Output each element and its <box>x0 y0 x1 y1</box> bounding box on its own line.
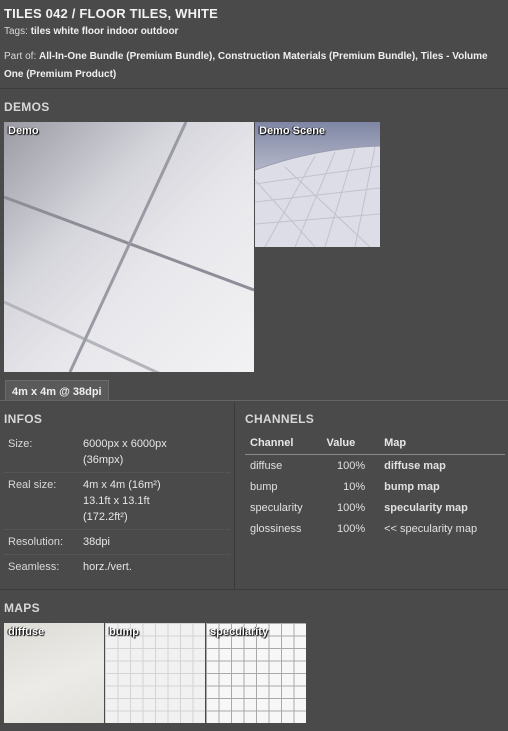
map-label: specularity <box>210 626 269 638</box>
page-title: TILES 042 / FLOOR TILES, WHITE <box>4 6 219 21</box>
column-header: Map <box>379 434 505 455</box>
map-bump[interactable]: bump <box>105 623 205 723</box>
info-value-line: (172.2ft²) <box>83 511 128 523</box>
channel-map-link[interactable]: specularity map <box>379 497 505 518</box>
info-row-size: Size: 6000px x 6000px (36mpx) <box>4 432 230 473</box>
tab-size[interactable]: 4m x 4m @ 38dpi <box>5 380 109 401</box>
channels-heading: CHANNELS <box>245 412 315 426</box>
channel-name: bump <box>250 481 278 493</box>
column-divider <box>234 402 235 589</box>
channel-value: 10% <box>343 481 366 493</box>
table-row: bump 10% bump map <box>245 476 505 497</box>
map-specularity[interactable]: specularity <box>206 623 306 723</box>
info-value-line: 13.1ft x 13.1ft <box>83 495 150 507</box>
channel-map-reference: << specularity map <box>384 523 478 535</box>
info-value: 38dpi <box>83 536 110 548</box>
partof-prefix: Part of: <box>4 51 37 62</box>
info-key: Resolution: <box>8 536 64 548</box>
tags-prefix: Tags: <box>4 26 28 37</box>
part-of-line: Part of: All-In-One Bundle (Premium Bund… <box>4 48 500 84</box>
tags-line: Tags: tiles white floor indoor outdoor <box>4 26 178 37</box>
info-row-resolution: Resolution: 38dpi <box>4 530 230 555</box>
info-key: Seamless: <box>8 561 60 573</box>
channel-value: 100% <box>336 523 366 535</box>
tile-image <box>4 122 254 372</box>
maps-heading: MAPS <box>4 601 40 615</box>
demo-label: Demo <box>8 125 39 137</box>
map-diffuse[interactable]: diffuse <box>4 623 104 723</box>
scene-image <box>255 122 380 247</box>
demo-scene-thumbnail[interactable]: Demo Scene <box>255 122 380 247</box>
info-value: 6000px x 6000px (36mpx) <box>83 436 167 468</box>
info-row-real-size: Real size: 4m x 4m (16m²) 13.1ft x 13.1f… <box>4 473 230 530</box>
tags-value[interactable]: tiles white floor indoor outdoor <box>31 26 179 37</box>
map-label: diffuse <box>8 626 45 638</box>
column-header: Value <box>321 434 380 455</box>
info-row-seamless: Seamless: horz./vert. <box>4 555 230 579</box>
channel-name: specularity <box>250 502 303 514</box>
info-value-line: 6000px x 6000px <box>83 438 167 450</box>
info-key: Real size: <box>8 479 57 491</box>
info-value: 4m x 4m (16m²) 13.1ft x 13.1ft (172.2ft²… <box>83 477 161 525</box>
channel-value: 100% <box>336 502 366 514</box>
info-value-line: (36mpx) <box>83 454 124 466</box>
info-key: Size: <box>8 438 33 450</box>
map-label: bump <box>109 626 139 638</box>
column-header: Channel <box>245 434 322 455</box>
info-value: horz./vert. <box>83 561 132 573</box>
table-row: specularity 100% specularity map <box>245 497 505 518</box>
channels-header-row: Channel Value Map <box>245 434 505 455</box>
channels-table: Channel Value Map diffuse 100% diffuse m… <box>245 434 505 539</box>
channel-map-link[interactable]: diffuse map <box>379 455 505 477</box>
table-row: diffuse 100% diffuse map <box>245 455 505 477</box>
partof-value[interactable]: All-In-One Bundle (Premium Bundle), Cons… <box>4 51 488 80</box>
divider <box>0 88 508 89</box>
channel-map-link[interactable]: bump map <box>379 476 505 497</box>
demo-scene-label: Demo Scene <box>259 125 326 137</box>
divider <box>0 400 508 401</box>
demo-thumbnail[interactable]: Demo <box>4 122 254 372</box>
divider <box>0 589 508 590</box>
channel-name: diffuse <box>250 460 283 472</box>
infos-heading: INFOS <box>4 412 43 426</box>
channel-value: 100% <box>336 460 366 472</box>
demos-heading: DEMOS <box>4 100 50 114</box>
info-value-line: 4m x 4m (16m²) <box>83 479 161 491</box>
channel-name: glossiness <box>250 523 302 535</box>
table-row: glossiness 100% << specularity map <box>245 518 505 539</box>
infos-table: Size: 6000px x 6000px (36mpx) Real size:… <box>4 432 230 579</box>
